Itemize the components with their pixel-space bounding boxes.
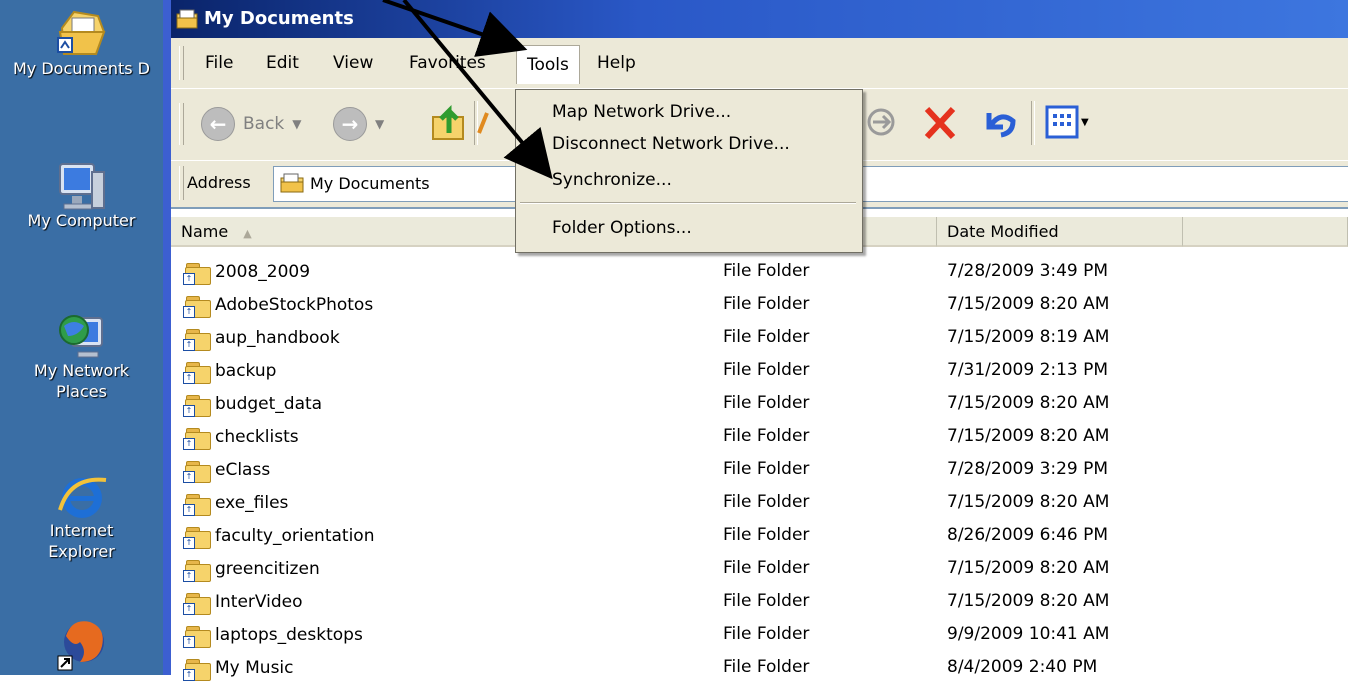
- annotation-arrows: [382, 0, 553, 180]
- arrow-to-tools-menu: [382, 0, 528, 57]
- arrow-to-synchronize: [402, 0, 553, 180]
